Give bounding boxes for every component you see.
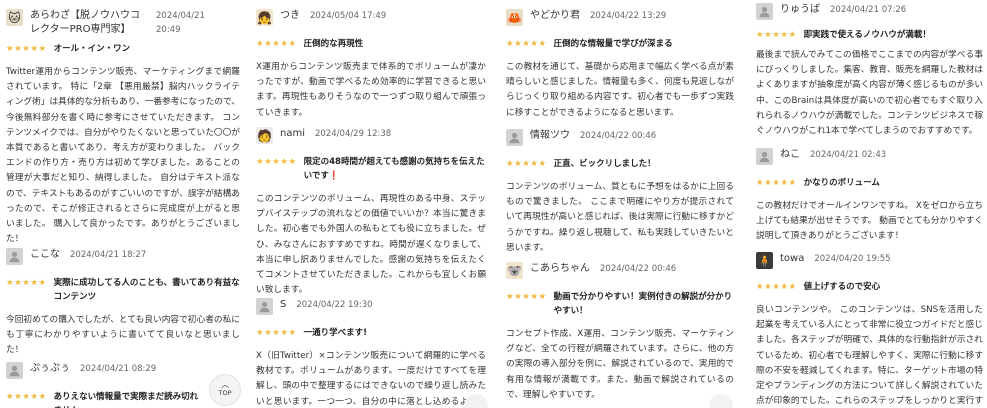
- star-rating: ★★★★★: [6, 278, 47, 288]
- star-rating: ★★★★★: [256, 39, 297, 49]
- review-body: Twitter運用からコンテンツ販売、マーケティングまで網羅されています。 特に…: [6, 67, 240, 245]
- review-title: 動画で分かりやすい！実例付きの解説が分かりやすい！: [553, 292, 733, 316]
- user-avatar: 👧: [256, 9, 273, 26]
- review-card: 🐱 あらわざ【脱ノウハウコレクターPRO専門家】 2024/04/21 20:4…: [6, 9, 240, 247]
- user-avatar: 🧍: [756, 252, 773, 269]
- user-avatar: [256, 298, 273, 315]
- top-label: TOP: [218, 389, 232, 397]
- person-icon: [9, 251, 20, 263]
- review-body: 良いコンテンツや。 このコンテンツは、SNSを活用した起業を考えている人にとって…: [756, 305, 983, 407]
- review-body: この教材を通じて、基礎から応用まで幅広く学べる点が素晴らしいと感じました。情報量…: [506, 62, 734, 118]
- star-rating: ★★★★★: [506, 39, 547, 49]
- review-column-1: 🐱 あらわざ【脱ノウハウコレクターPRO専門家】 2024/04/21 20:4…: [0, 0, 244, 408]
- star-rating: ★★★★★: [6, 44, 47, 54]
- review-date: 2024/04/21 20:49: [156, 11, 205, 35]
- review-body: この教材だけでオールインワンですね。 Xをゼロから立ち上げても結果が出せそうです…: [756, 201, 983, 242]
- person-icon: [759, 151, 770, 163]
- reviewer-name: つき: [280, 10, 300, 21]
- reviewer-name: ぷぅぷぅ: [30, 363, 70, 374]
- star-rating: ★★★★★: [756, 178, 797, 188]
- review-card: 🐨 こあらちゃん 2024/04/22 00:46 ★★★★★ 動画で分かりやす…: [506, 262, 734, 403]
- reviewer-name: towa: [780, 253, 805, 264]
- review-date: 2024/04/21 08:29: [80, 364, 157, 374]
- review-date: 2024/04/22 00:46: [580, 131, 657, 141]
- review-body: X（旧Twitter）×コンテンツ販売について網羅的に学べる教材です。ボリューム…: [256, 351, 486, 407]
- review-card: 👧 つき 2024/05/04 17:49 ★★★★★ 圧倒的な再現性 X運用か…: [256, 9, 486, 121]
- user-avatar: [756, 3, 773, 20]
- person-icon: [759, 6, 770, 18]
- user-avatar: [506, 129, 523, 146]
- user-avatar: [6, 248, 23, 265]
- review-title: 一通り学べます!: [303, 328, 367, 338]
- star-rating: ★★★★★: [256, 157, 297, 167]
- user-avatar: [756, 148, 773, 165]
- chevron-up-icon: ︿: [221, 380, 229, 389]
- user-avatar: 🧑: [256, 127, 273, 144]
- person-icon: [509, 132, 520, 144]
- user-avatar: 🐨: [506, 262, 523, 279]
- star-rating: ★★★★★: [256, 328, 297, 338]
- scroll-top-button[interactable]: ︿ TOP: [209, 374, 241, 406]
- review-title: ありえない情報量で実際まだ読み切れません: [53, 392, 199, 408]
- review-date: 2024/04/22 00:46: [600, 264, 677, 274]
- star-rating: ★★★★★: [6, 392, 47, 402]
- user-avatar: 🦀: [506, 9, 523, 26]
- review-title: オール・イン・ワン: [53, 44, 131, 54]
- star-rating: ★★★★★: [756, 282, 797, 292]
- review-body: このコンテンツのボリューム、再現性のある中身、ステップバイステップの流れなどの価…: [256, 194, 486, 296]
- review-title: 正直、ビックリしました！: [553, 159, 656, 169]
- review-date: 2024/04/20 19:55: [814, 254, 891, 264]
- review-body: 今回初めての購入でしたが、とても良い内容で初心者の私にも丁寧にわかりやすいように…: [6, 315, 240, 356]
- review-card: 🧍 towa 2024/04/20 19:55 ★★★★★ 値上げするので安心 …: [756, 252, 983, 408]
- review-body: X運用からコンテンツ販売まで体系的でボリュームが凄かったですが、動画で学べるため…: [256, 62, 486, 118]
- review-column-4: りゅうば 2024/04/21 07:26 ★★★★★ 即実践で使えるノウハウが…: [750, 0, 987, 408]
- review-title: 圧倒的な情報量で学びが深まる: [553, 39, 673, 49]
- review-title: 実際に成功してる人のことも、書いてあり有益なコンテンツ: [53, 278, 240, 302]
- review-card: S 2024/04/22 19:30 ★★★★★ 一通り学べます! X（旧Twi…: [256, 298, 486, 408]
- review-title: 値上げするので安心: [803, 282, 881, 292]
- reviewer-name: あらわざ【脱ノウハウコレクターPRO専門家】: [30, 10, 140, 35]
- star-rating: ★★★★★: [506, 292, 547, 302]
- review-column-3: 🦀 やどかり君 2024/04/22 13:29 ★★★★★ 圧倒的な情報量で学…: [500, 0, 738, 408]
- review-title: 圧倒的な再現性: [303, 39, 364, 49]
- user-avatar: 🐱: [6, 9, 23, 26]
- review-title: 即実践で使えるノウハウが満載！: [803, 30, 931, 40]
- review-card: 🧑 nami 2024/04/29 12:38 ★★★★★ 限定の48時間が超え…: [256, 127, 486, 298]
- review-body: コンテンツのボリューム、質ともに予想をはるかに上回るもので驚きました。 ここまで…: [506, 182, 734, 253]
- reviewer-name: nami: [280, 128, 305, 139]
- review-title: かなりのボリューム: [803, 178, 880, 188]
- review-card: ねこ 2024/04/21 02:43 ★★★★★ かなりのボリューム この教材…: [756, 148, 983, 245]
- person-icon: [259, 301, 270, 313]
- reviewer-name: こあらちゃん: [530, 263, 590, 274]
- user-avatar: [6, 362, 23, 379]
- reviewer-name: S: [280, 299, 287, 310]
- star-rating: ★★★★★: [756, 30, 797, 40]
- review-date: 2024/04/22 13:29: [590, 11, 667, 21]
- review-card: りゅうば 2024/04/21 07:26 ★★★★★ 即実践で使えるノウハウが…: [756, 3, 983, 139]
- review-date: 2024/05/04 17:49: [310, 11, 387, 21]
- reviewer-name: 情報ツウ: [530, 130, 570, 141]
- review-date: 2024/04/21 07:26: [830, 5, 907, 15]
- review-card: ここな 2024/04/21 18:27 ★★★★★ 実際に成功してる人のことも…: [6, 248, 240, 359]
- review-date: 2024/04/21 18:27: [70, 250, 147, 260]
- review-card: 情報ツウ 2024/04/22 00:46 ★★★★★ 正直、ビックリしました！…: [506, 129, 734, 256]
- reviewer-name: ここな: [30, 249, 60, 260]
- reviewer-name: ねこ: [780, 149, 800, 160]
- review-column-2: 👧 つき 2024/05/04 17:49 ★★★★★ 圧倒的な再現性 X運用か…: [250, 0, 490, 408]
- review-date: 2024/04/21 02:43: [810, 150, 887, 160]
- reviewer-name: やどかり君: [530, 10, 580, 21]
- review-body: コンセプト作成、X運用、コンテンツ販売、マーケティングなど、全ての行程が網羅され…: [506, 329, 734, 400]
- person-icon: [9, 365, 20, 377]
- reviewer-name: りゅうば: [780, 4, 820, 15]
- review-card: ぷぅぷぅ 2024/04/21 08:29 ★★★★★ ありえない情報量で実際ま…: [6, 362, 240, 408]
- review-date: 2024/04/29 12:38: [315, 129, 392, 139]
- exclamation-mark: ❗: [328, 171, 340, 181]
- review-date: 2024/04/22 19:30: [296, 300, 373, 310]
- star-rating: ★★★★★: [506, 159, 547, 169]
- review-body: 最後まで読んでみてこの価格でここまでの内容が学べる事にびっくりしました。集客、教…: [756, 50, 983, 137]
- review-card: 🦀 やどかり君 2024/04/22 13:29 ★★★★★ 圧倒的な情報量で学…: [506, 9, 734, 121]
